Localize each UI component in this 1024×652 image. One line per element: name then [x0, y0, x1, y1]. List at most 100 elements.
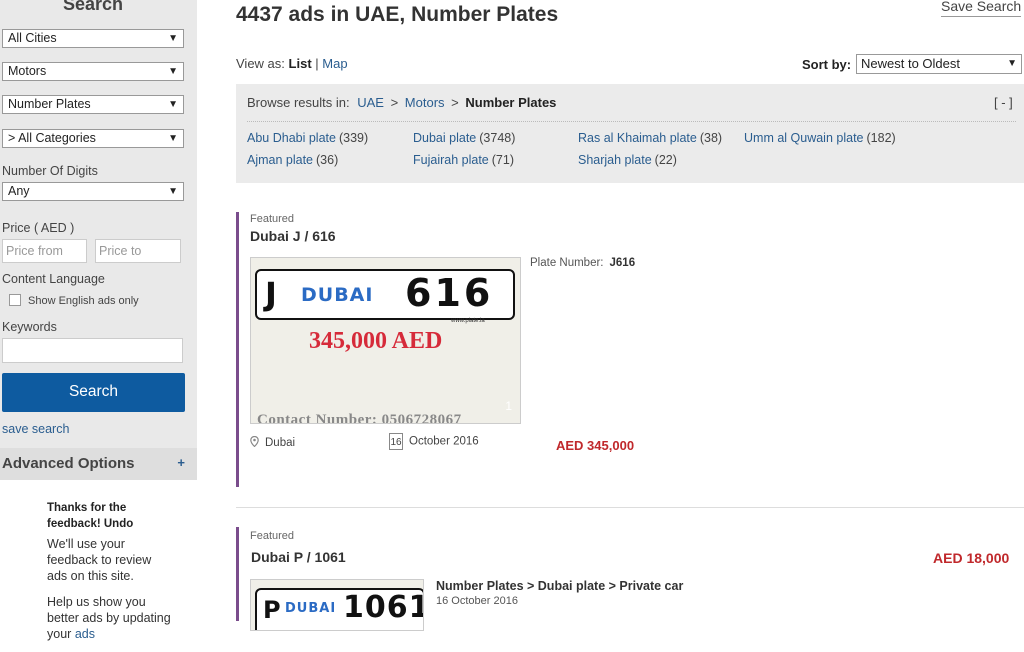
category-count: (182) — [866, 131, 896, 145]
category-link[interactable]: Dubai plate (3748) — [413, 131, 515, 145]
feedback-text: We'll use your feedback to review ads on… — [47, 537, 152, 583]
listing-title[interactable]: Dubai P / 1061 — [251, 549, 346, 565]
search-button[interactable]: Search — [2, 373, 185, 412]
category-link[interactable]: Fujairah plate (71) — [413, 153, 514, 167]
featured-label: Featured — [250, 213, 295, 225]
category-count: (38) — [699, 131, 723, 145]
listing-price: AED 18,000 — [933, 550, 1010, 566]
breadcrumb-uae[interactable]: UAE — [357, 95, 384, 110]
feedback-help-body: Help us show you better ads by updating … — [47, 595, 171, 641]
browse-breadcrumb: Browse results in: UAE > Motors > Number… — [247, 95, 556, 110]
plate-number: 616 — [405, 271, 494, 315]
listing-image[interactable]: P DUBAI 1061 — [250, 579, 424, 631]
dropdown-arrow-icon: ▼ — [168, 186, 178, 197]
category-count: (71) — [491, 153, 514, 167]
section-select[interactable]: Motors ▼ — [2, 62, 184, 81]
save-search-button[interactable]: Save Search — [941, 0, 1022, 17]
category-select[interactable]: > All Categories ▼ — [2, 129, 184, 148]
number-plate: P DUBAI 1061 — [255, 588, 423, 630]
category-name[interactable]: Abu Dhabi plate — [247, 131, 336, 145]
expand-plus-icon: + — [177, 455, 185, 470]
image-contact-text: Contact Number: 0506728067 — [257, 412, 462, 424]
plate-letter: P — [263, 596, 281, 624]
calendar-icon: 16 — [389, 433, 403, 450]
listing-card[interactable]: Featured Dubai J / 616 J DUBAI 616 www.p… — [236, 212, 1024, 487]
plate-emirate: DUBAI — [301, 284, 374, 306]
dropdown-arrow-icon: ▼ — [168, 66, 178, 77]
search-sidebar: Search All Cities ▼ Motors ▼ Number Plat… — [0, 0, 197, 480]
view-as-label: View as: — [236, 56, 285, 71]
subsection-select-value: Number Plates — [8, 97, 91, 111]
dropdown-arrow-icon: ▼ — [168, 99, 178, 110]
listing-card[interactable]: Featured Dubai P / 1061 AED 18,000 P DUB… — [236, 527, 1024, 631]
save-search-link[interactable]: save search — [2, 422, 69, 436]
feedback-heading-text: Thanks for the feedback! Undo — [47, 502, 134, 530]
category-name[interactable]: Umm al Quwain plate — [744, 131, 864, 145]
keywords-label: Keywords — [2, 320, 57, 334]
english-only-label: Show English ads only — [28, 295, 139, 307]
city-select[interactable]: All Cities ▼ — [2, 29, 184, 48]
location-text: Dubai — [265, 437, 296, 449]
listing-price: AED 345,000 — [556, 438, 635, 453]
advanced-options-label: Advanced Options — [2, 455, 135, 472]
plate-watermark: www.plate.la — [451, 318, 485, 324]
plate-number-field: Plate Number: J616 — [530, 257, 635, 269]
field-label: Plate Number: — [530, 257, 604, 269]
featured-label: Featured — [250, 530, 295, 542]
section-select-value: Motors — [8, 64, 47, 78]
listing-category-path[interactable]: Number Plates > Dubai plate > Private ca… — [436, 579, 683, 593]
advanced-options-toggle[interactable]: Advanced Options + — [0, 448, 197, 480]
english-only-checkbox[interactable] — [9, 294, 21, 306]
category-count: (3748) — [479, 131, 516, 145]
sidebar-title: Search — [62, 0, 124, 14]
digits-select-value: Any — [8, 184, 30, 198]
category-link[interactable]: Umm al Quwain plate (182) — [744, 131, 896, 145]
feedback-help-text: Help us show you better ads by updating … — [47, 594, 172, 642]
price-to-input[interactable]: Price to — [95, 239, 181, 263]
listing-image[interactable]: J DUBAI 616 www.plate.la 345,000 AED Con… — [250, 257, 521, 424]
category-name[interactable]: Sharjah plate — [578, 153, 652, 167]
plate-letter: J — [265, 275, 277, 313]
image-count: 1 — [505, 399, 512, 413]
breadcrumb-separator: > — [451, 95, 459, 110]
featured-bar — [236, 527, 239, 621]
view-separator: | — [315, 56, 319, 71]
keywords-input[interactable] — [2, 338, 183, 363]
category-link[interactable]: Abu Dhabi plate (339) — [247, 131, 368, 145]
category-link[interactable]: Ras al Khaimah plate (38) — [578, 131, 722, 145]
collapse-toggle[interactable]: [ - ] — [994, 95, 1013, 110]
view-list-option[interactable]: List — [289, 56, 312, 71]
location-pin-icon — [250, 436, 259, 447]
listing-location: Dubai — [250, 436, 295, 449]
view-as-toggle: View as: List | Map — [236, 56, 348, 71]
category-link[interactable]: Sharjah plate (22) — [578, 153, 677, 167]
category-name[interactable]: Fujairah plate — [413, 153, 489, 167]
breadcrumb-motors[interactable]: Motors — [405, 95, 445, 110]
listing-date: 16 October 2016 — [389, 433, 479, 450]
dropdown-arrow-icon: ▼ — [1007, 58, 1017, 69]
listing-title[interactable]: Dubai J / 616 — [250, 228, 336, 244]
category-count: (22) — [654, 153, 677, 167]
dropdown-arrow-icon: ▼ — [168, 133, 178, 144]
category-name[interactable]: Dubai plate — [413, 131, 476, 145]
category-count: (36) — [316, 153, 339, 167]
number-plate: J DUBAI 616 — [255, 269, 515, 320]
divider — [236, 507, 1024, 508]
subsection-select[interactable]: Number Plates ▼ — [2, 95, 184, 114]
breadcrumb-current: Number Plates — [465, 95, 557, 110]
view-map-link[interactable]: Map — [322, 56, 347, 71]
breadcrumb-separator: > — [390, 95, 399, 110]
content-language-label: Content Language — [2, 272, 105, 286]
sort-select[interactable]: Newest to Oldest ▼ — [856, 54, 1022, 74]
divider — [247, 121, 1016, 122]
sort-label: Sort by: — [802, 57, 852, 72]
category-link[interactable]: Ajman plate (36) — [247, 153, 338, 167]
digits-select[interactable]: Any ▼ — [2, 182, 184, 201]
price-from-input[interactable]: Price from — [2, 239, 87, 263]
category-name[interactable]: Ajman plate — [247, 153, 313, 167]
ads-settings-link[interactable]: ads — [75, 627, 95, 641]
image-price-text: 345,000 AED — [309, 328, 443, 354]
featured-bar — [236, 212, 239, 487]
category-name[interactable]: Ras al Khaimah plate — [578, 131, 697, 145]
category-count: (339) — [338, 131, 369, 145]
